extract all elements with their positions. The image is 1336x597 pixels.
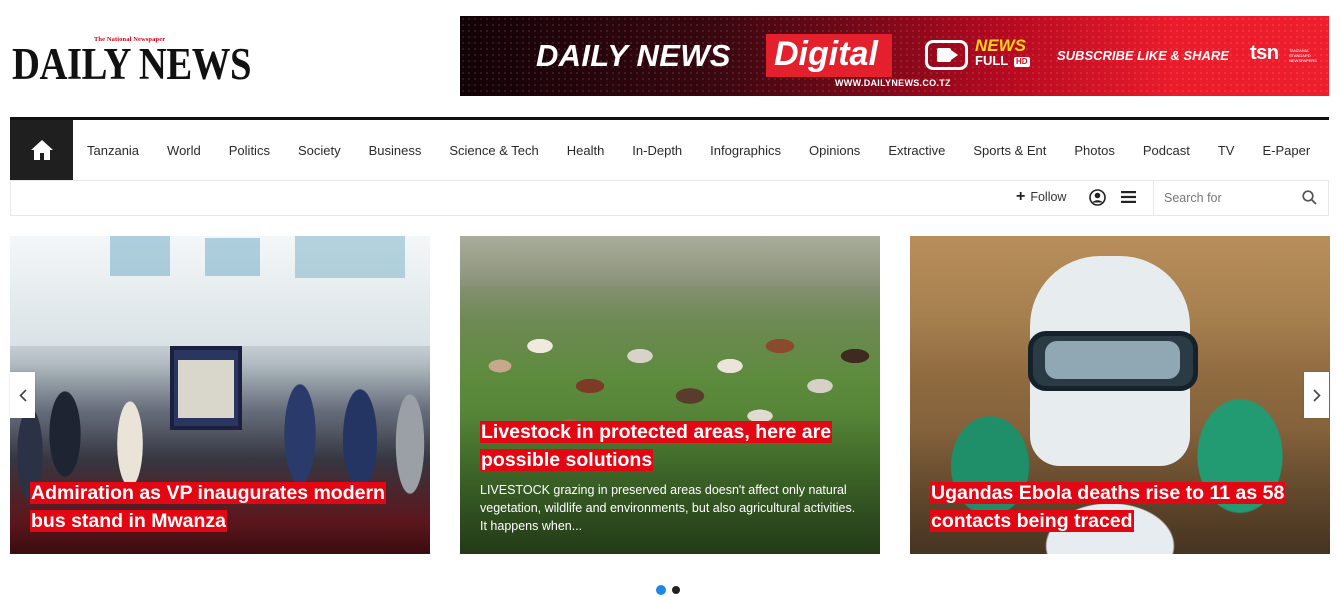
banner-full: FULL <box>975 53 1009 68</box>
slider-card[interactable]: Ugandas Ebola deaths rise to 11 as 58 co… <box>910 236 1330 554</box>
nav-item-in-depth[interactable]: In-Depth <box>618 143 696 158</box>
site-logo[interactable]: The National Newspaper DAILY NEWS <box>12 36 257 90</box>
banner-hd-badge: HD <box>1014 57 1030 67</box>
nav-items: Tanzania World Politics Society Business Scie… <box>73 120 1324 180</box>
nav-item-sports-ent[interactable]: Sports & Ent <box>959 143 1060 158</box>
card-title[interactable]: Ugandas Ebola deaths rise to 11 as 58 co… <box>930 479 1310 535</box>
search-icon[interactable] <box>1302 190 1317 205</box>
banner-brand: DAILY NEWS <box>536 38 731 73</box>
banner-digital: Digital <box>766 34 892 77</box>
nav-item-society[interactable]: Society <box>284 143 355 158</box>
card-title[interactable]: Livestock in protected areas, here are p… <box>480 418 860 474</box>
partner-logo: tsn <box>1250 42 1279 64</box>
nav-item-business[interactable]: Business <box>355 143 436 158</box>
toolbar: + Follow <box>10 181 1329 216</box>
photo-windows <box>295 236 405 278</box>
home-button[interactable] <box>10 120 73 180</box>
chevron-left-icon <box>18 388 27 402</box>
banner-url: WWW.DAILYNEWS.CO.TZ <box>835 78 951 88</box>
search-input[interactable] <box>1164 189 1294 207</box>
nav-item-science-tech[interactable]: Science & Tech <box>435 143 552 158</box>
nav-item-e-paper[interactable]: E-Paper <box>1248 143 1324 158</box>
nav-item-podcast[interactable]: Podcast <box>1129 143 1204 158</box>
slider-card[interactable]: Livestock in protected areas, here are p… <box>460 236 880 554</box>
nav-item-extractive[interactable]: Extractive <box>874 143 959 158</box>
nav-item-opinions[interactable]: Opinions <box>795 143 874 158</box>
search-box <box>1153 181 1329 215</box>
card-excerpt: LIVESTOCK grazing in preserved areas doe… <box>480 483 856 533</box>
header-ad-banner[interactable]: DAILY NEWS Digital WWW.DAILYNEWS.CO.TZ N… <box>460 16 1329 96</box>
follow-label: Follow <box>1030 190 1067 204</box>
slider-card[interactable]: Admiration as VP inaugurates modern bus … <box>10 236 430 554</box>
slider-dot[interactable] <box>656 585 666 595</box>
follow-button[interactable]: + Follow <box>1016 188 1067 205</box>
banner-subscribe: SUBSCRIBE LIKE & SHARE <box>1057 48 1229 63</box>
banner-news: NEWS <box>975 36 1026 55</box>
photo-windows <box>110 236 170 276</box>
nav-item-infographics[interactable]: Infographics <box>696 143 795 158</box>
chevron-right-icon <box>1312 388 1321 402</box>
home-icon <box>30 140 53 160</box>
nav-item-health[interactable]: Health <box>553 143 619 158</box>
plus-icon: + <box>1016 188 1026 205</box>
card-title[interactable]: Admiration as VP inaugurates modern bus … <box>30 479 410 535</box>
nav-item-politics[interactable]: Politics <box>215 143 284 158</box>
nav-item-world[interactable]: World <box>153 143 215 158</box>
menu-icon[interactable] <box>1121 191 1136 203</box>
nav-item-tanzania[interactable]: Tanzania <box>73 143 153 158</box>
main-nav: Tanzania World Politics Society Business Scie… <box>10 117 1329 181</box>
nav-item-photos[interactable]: Photos <box>1060 143 1128 158</box>
partner-logo-sub: TANZANIA STANDARD NEWSPAPERS <box>1289 48 1317 63</box>
slider-dot[interactable] <box>672 586 680 594</box>
slider-dots <box>656 585 680 595</box>
user-icon[interactable] <box>1089 189 1106 206</box>
logo-name: DAILY NEWS <box>12 39 252 89</box>
video-camera-icon <box>925 40 968 70</box>
photo-horizon <box>460 236 880 286</box>
slider-prev-button[interactable] <box>10 372 35 418</box>
nav-item-tv[interactable]: TV <box>1204 143 1249 158</box>
photo-windows <box>205 238 260 276</box>
slider-next-button[interactable] <box>1304 372 1329 418</box>
